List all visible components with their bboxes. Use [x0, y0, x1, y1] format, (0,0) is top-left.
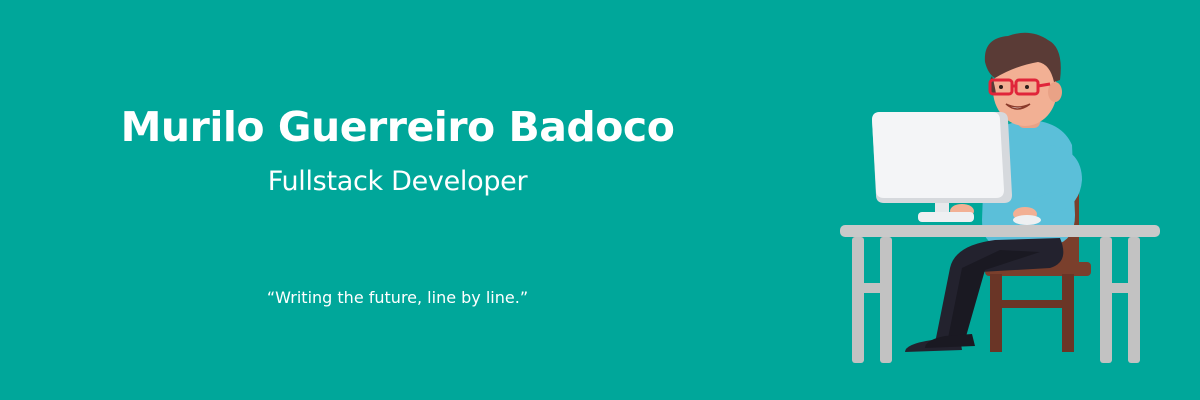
- profile-banner: Murilo Guerreiro Badoco Fullstack Develo…: [0, 0, 1200, 400]
- developer-at-desk-icon: [840, 32, 1160, 363]
- developer-name: Murilo Guerreiro Badoco: [120, 103, 675, 151]
- developer-quote: “Writing the future, line by line.”: [266, 288, 529, 307]
- developer-role: Fullstack Developer: [267, 166, 528, 197]
